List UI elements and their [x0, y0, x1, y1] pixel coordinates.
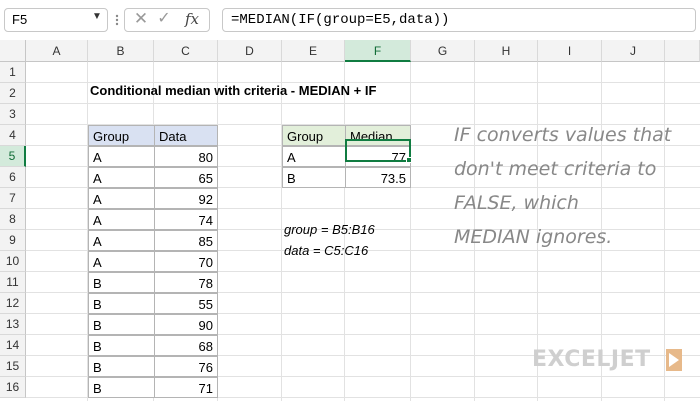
- gridline: [281, 62, 282, 401]
- row-header-14[interactable]: 14: [0, 335, 26, 356]
- function-icon[interactable]: fx: [180, 9, 204, 29]
- row-header-13[interactable]: 13: [0, 314, 26, 335]
- table-cell-value[interactable]: 92: [154, 188, 218, 209]
- row-header-6[interactable]: 6: [0, 167, 26, 188]
- exceljet-logo-icon: [666, 349, 682, 371]
- gridline: [26, 103, 700, 104]
- table-cell-value[interactable]: 85: [154, 230, 218, 251]
- table-cell-value[interactable]: 68: [154, 335, 218, 356]
- row-header-1[interactable]: 1: [0, 62, 26, 83]
- row-header-16[interactable]: 16: [0, 377, 26, 398]
- fill-handle[interactable]: [406, 157, 412, 163]
- enter-icon[interactable]: ✓: [155, 10, 173, 28]
- table-cell-value[interactable]: 90: [154, 314, 218, 335]
- column-header-e[interactable]: E: [282, 40, 345, 62]
- table-cell-group[interactable]: B: [88, 272, 155, 293]
- row-header-8[interactable]: 8: [0, 209, 26, 230]
- summary-cell-group[interactable]: A: [282, 146, 346, 167]
- callout-line: FALSE, which: [454, 192, 579, 214]
- name-box-value: F5: [12, 12, 28, 27]
- row-header-9[interactable]: 9: [0, 230, 26, 251]
- named-range-note: data = C5:C16: [284, 243, 369, 258]
- column-header-f[interactable]: F: [345, 40, 411, 62]
- table-cell-value[interactable]: 65: [154, 167, 218, 188]
- chevron-down-icon[interactable]: ▼: [90, 11, 104, 25]
- table-cell-group[interactable]: A: [88, 146, 155, 167]
- table-cell-value[interactable]: 70: [154, 251, 218, 272]
- formula-input[interactable]: =MEDIAN(IF(group=E5,data)): [222, 8, 696, 32]
- table-header-cell[interactable]: Data: [154, 125, 218, 146]
- cancel-icon[interactable]: ✕: [132, 10, 150, 28]
- column-header-c[interactable]: C: [154, 40, 218, 62]
- row-header-4[interactable]: 4: [0, 125, 26, 146]
- table-cell-group[interactable]: B: [88, 335, 155, 356]
- row-header-5[interactable]: 5: [0, 146, 26, 167]
- row-header-15[interactable]: 15: [0, 356, 26, 377]
- more-options-icon[interactable]: [113, 12, 121, 28]
- sheet-title: Conditional median with criteria - MEDIA…: [90, 83, 377, 98]
- select-all-corner[interactable]: [0, 40, 26, 62]
- column-header-h[interactable]: H: [475, 40, 538, 62]
- table-cell-value[interactable]: 71: [154, 377, 218, 398]
- table-cell-value[interactable]: 76: [154, 356, 218, 377]
- table-cell-group[interactable]: A: [88, 209, 155, 230]
- row-header-11[interactable]: 11: [0, 272, 26, 293]
- callout-line: don't meet criteria to: [454, 158, 657, 180]
- table-cell-group[interactable]: A: [88, 188, 155, 209]
- table-cell-group[interactable]: B: [88, 377, 155, 398]
- table-cell-value[interactable]: 55: [154, 293, 218, 314]
- table-header-cell[interactable]: Group: [88, 125, 155, 146]
- row-header-12[interactable]: 12: [0, 293, 26, 314]
- selected-cell-border: [345, 139, 411, 162]
- summary-cell-group[interactable]: B: [282, 167, 346, 188]
- column-header-a[interactable]: A: [26, 40, 88, 62]
- table-cell-group[interactable]: A: [88, 230, 155, 251]
- table-cell-group[interactable]: A: [88, 167, 155, 188]
- callout-line: IF converts values that: [454, 124, 672, 146]
- column-header-i[interactable]: I: [538, 40, 602, 62]
- table-cell-group[interactable]: A: [88, 251, 155, 272]
- named-range-note: group = B5:B16: [284, 222, 375, 237]
- table-cell-group[interactable]: B: [88, 356, 155, 377]
- column-header-d[interactable]: D: [218, 40, 282, 62]
- row-header-2[interactable]: 2: [0, 83, 26, 104]
- table-cell-value[interactable]: 78: [154, 272, 218, 293]
- summary-header-cell[interactable]: Group: [282, 125, 346, 146]
- row-header-7[interactable]: 7: [0, 188, 26, 209]
- table-cell-value[interactable]: 80: [154, 146, 218, 167]
- gridline: [410, 62, 411, 401]
- exceljet-logo: EXCELJET: [532, 347, 651, 372]
- column-header-b[interactable]: B: [88, 40, 154, 62]
- column-header-overflow: [665, 40, 700, 62]
- column-header-g[interactable]: G: [411, 40, 475, 62]
- formula-text: =MEDIAN(IF(group=E5,data)): [231, 12, 450, 28]
- explanation-callout: IF converts values that don't meet crite…: [454, 118, 700, 254]
- callout-line: MEDIAN ignores.: [454, 226, 613, 248]
- column-header-j[interactable]: J: [602, 40, 665, 62]
- row-header-3[interactable]: 3: [0, 104, 26, 125]
- table-cell-group[interactable]: B: [88, 314, 155, 335]
- summary-cell-median[interactable]: 73.5: [345, 167, 411, 188]
- table-cell-group[interactable]: B: [88, 293, 155, 314]
- row-header-10[interactable]: 10: [0, 251, 26, 272]
- table-cell-value[interactable]: 74: [154, 209, 218, 230]
